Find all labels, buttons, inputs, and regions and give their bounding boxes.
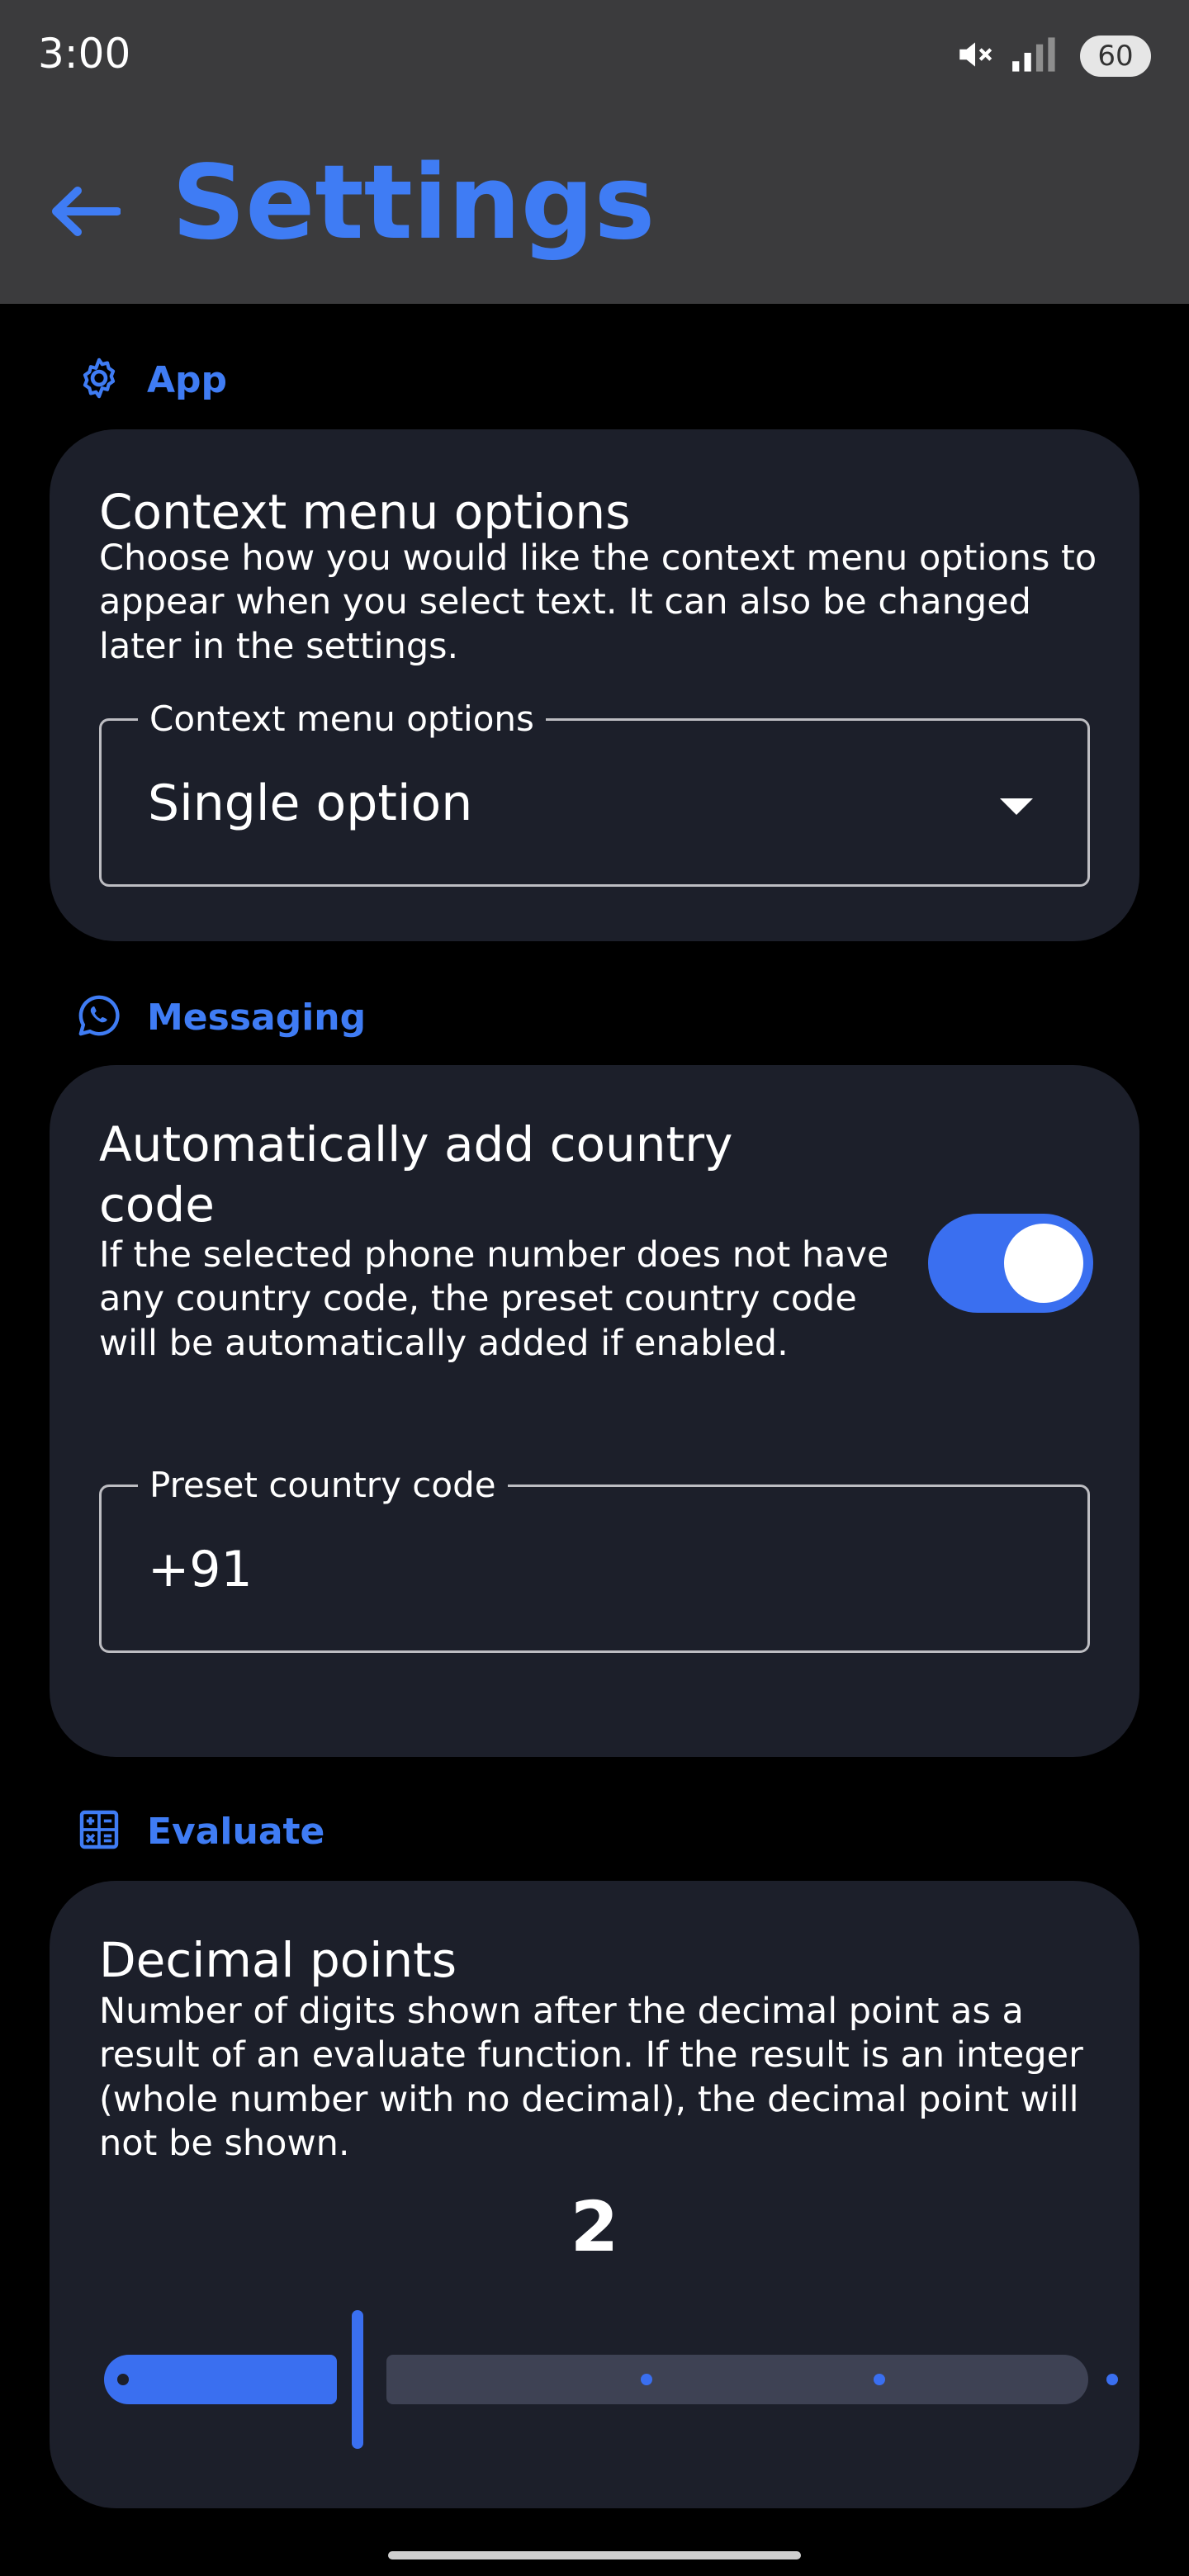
context-menu-selected-value: Single option [148,774,473,832]
section-header-app: App [76,355,227,405]
slider-tick [874,2374,885,2385]
slider-active-track [104,2355,337,2404]
section-header-evaluate: Evaluate [76,1807,324,1856]
context-menu-card: Context menu options Choose how you woul… [50,429,1139,941]
decimal-points-card: Decimal points Number of digits shown af… [50,1881,1139,2508]
country-code-description: If the selected phone number does not ha… [99,1234,889,1364]
slider-tick [641,2374,652,2385]
page-title: Settings [172,144,656,263]
context-menu-title: Context menu options [99,484,631,540]
slider-tick [117,2374,129,2385]
country-code-toggle[interactable] [928,1214,1093,1313]
context-menu-description: Choose how you would like the context me… [99,537,1097,667]
slider-tick [1106,2374,1118,2385]
preset-country-code-input[interactable]: Preset country code +91 [99,1462,1090,1653]
country-code-title: Automatically add country code [99,1116,733,1233]
app-bar: Settings [0,107,1189,304]
decimal-points-value: 2 [570,2186,619,2267]
preset-country-code-value: +91 [148,1541,253,1598]
section-header-messaging: Messaging [76,992,366,1042]
preset-country-code-label: Preset country code [138,1462,508,1508]
back-button[interactable] [43,172,126,254]
status-time: 3:00 [38,30,131,78]
context-menu-dropdown[interactable]: Context menu options Single option [99,696,1090,887]
mute-icon [955,34,996,78]
battery-indicator: 60 [1080,36,1151,77]
signal-icon [1009,34,1067,78]
toggle-knob [1004,1224,1083,1303]
dropdown-arrow-icon [1000,798,1033,815]
section-label-messaging: Messaging [147,996,367,1039]
gear-icon [76,355,122,405]
slider-thumb[interactable] [352,2310,363,2449]
section-label-app: App [147,358,228,401]
country-code-card: Automatically add country code If the se… [50,1065,1139,1757]
context-menu-field-label: Context menu options [138,696,546,742]
gesture-navigation-bar[interactable] [388,2551,801,2559]
status-bar: 3:00 60 [0,0,1189,107]
decimal-points-title: Decimal points [99,1932,457,1988]
status-icons: 60 [955,33,1151,79]
arrow-left-icon [48,184,121,242]
decimal-points-slider[interactable] [104,2355,1118,2404]
slider-inactive-track [386,2355,1088,2404]
section-label-evaluate: Evaluate [147,1810,325,1853]
decimal-points-description: Number of digits shown after the decimal… [99,1991,1083,2164]
calculator-icon [76,1807,122,1856]
whatsapp-icon [76,992,122,1042]
